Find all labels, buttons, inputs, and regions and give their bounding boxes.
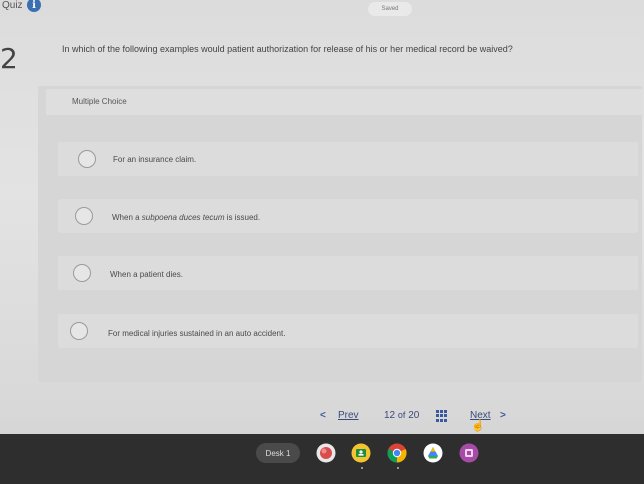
grid-icon[interactable] xyxy=(436,410,448,422)
answer-option-label[interactable]: When a patient dies. xyxy=(110,270,183,279)
chevron-right-icon[interactable]: > xyxy=(500,410,506,421)
radio-button[interactable] xyxy=(70,322,88,340)
answer-option-label-suffix: is issued. xyxy=(224,213,261,222)
drive-icon[interactable] xyxy=(423,443,443,463)
red-app-icon[interactable] xyxy=(316,443,336,463)
question-type-label: Multiple Choice xyxy=(72,97,127,106)
answer-option-label-prefix: When a xyxy=(112,213,142,222)
answer-option-label[interactable]: For an insurance claim. xyxy=(113,155,196,164)
answer-option-label[interactable]: For medical injuries sustained in an aut… xyxy=(108,329,285,338)
purple-app-icon[interactable] xyxy=(459,443,479,463)
desk-button[interactable]: Desk 1 xyxy=(256,443,300,463)
question-type-header xyxy=(46,89,642,115)
page-indicator: 12 of 20 xyxy=(384,410,419,421)
chevron-left-icon[interactable]: < xyxy=(320,410,326,421)
classroom-icon[interactable] xyxy=(351,443,371,463)
running-app-indicator xyxy=(397,467,399,469)
saved-status-badge: Saved xyxy=(368,2,412,16)
page-of: of xyxy=(397,410,406,420)
question-number: 2 xyxy=(0,42,18,75)
prev-button[interactable]: Prev xyxy=(338,410,359,421)
question-text: In which of the following examples would… xyxy=(62,44,513,54)
radio-button[interactable] xyxy=(75,207,93,225)
radio-button[interactable] xyxy=(78,150,96,168)
quiz-header: Quiz i Saved xyxy=(0,0,644,22)
info-icon[interactable]: i xyxy=(27,0,41,12)
page-current: 12 xyxy=(384,410,396,421)
quiz-title: Quiz xyxy=(2,0,23,11)
answer-option-label-italic: subpoena duces tecum xyxy=(141,213,225,222)
chrome-icon[interactable] xyxy=(387,443,407,463)
page-total: 20 xyxy=(408,410,420,421)
hand-cursor-icon: ☝ xyxy=(471,420,485,432)
running-app-indicator xyxy=(361,467,363,469)
answer-option-label[interactable]: When a subpoena duces tecum is issued. xyxy=(112,213,260,222)
radio-button[interactable] xyxy=(73,264,91,282)
